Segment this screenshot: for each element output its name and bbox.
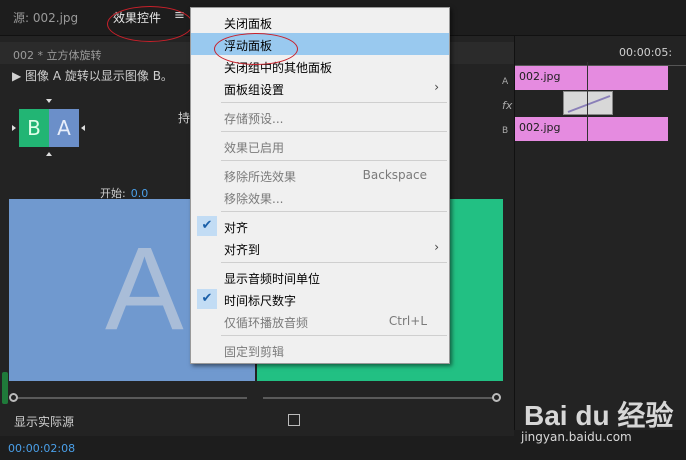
tab-source-monitor[interactable]: 源: 002.jpg xyxy=(13,9,78,26)
transition-diagonal-icon xyxy=(567,95,611,113)
menu-separator xyxy=(221,131,447,132)
submenu-arrow-icon: › xyxy=(434,240,439,254)
show-actual-source-checkbox[interactable] xyxy=(288,414,300,426)
partial-label: 持 xyxy=(178,111,191,125)
timecode[interactable]: 00:00:02:08 xyxy=(8,442,75,455)
start-slider-knob[interactable] xyxy=(9,393,18,402)
menu-item-close-panel[interactable]: 关闭面板 xyxy=(191,11,449,33)
shortcut-ctrl-l: Ctrl+L xyxy=(388,314,427,328)
track-a-label: A xyxy=(502,77,509,87)
menu-item-show-audio-time-units[interactable]: 显示音频时间单位 xyxy=(191,266,449,288)
menu-item-panel-group-settings[interactable]: 面板组设置 › xyxy=(191,77,449,99)
transition-thumbnail[interactable]: B A xyxy=(19,109,79,147)
arrow-down-icon[interactable] xyxy=(46,99,52,103)
annotation-circle xyxy=(107,6,193,42)
shortcut-backspace: Backspace xyxy=(362,168,427,182)
arrow-up-icon[interactable] xyxy=(46,152,52,156)
menu-separator xyxy=(221,160,447,161)
menu-separator xyxy=(221,335,447,336)
menu-item-time-ruler-numbers[interactable]: ✔ 时间标尺数字 xyxy=(191,288,449,310)
end-slider-knob[interactable] xyxy=(492,393,501,402)
clip-a[interactable]: 002.jpg xyxy=(515,66,668,90)
menu-item-remove-effects[interactable]: 移除效果... xyxy=(191,186,449,208)
arrow-left-icon[interactable] xyxy=(81,125,85,131)
preview-letter: A xyxy=(105,223,184,355)
playhead[interactable] xyxy=(587,62,588,142)
menu-item-effect-enabled[interactable]: 效果已启用 xyxy=(191,135,449,157)
check-icon: ✔ xyxy=(197,216,217,236)
menu-item-pin-to-clip[interactable]: 固定到剪辑 xyxy=(191,339,449,361)
menu-item-loop-audio-only[interactable]: 仅循环播放音频 Ctrl+L xyxy=(191,310,449,332)
menu-item-remove-selected-effects[interactable]: 移除所选效果 Backspace xyxy=(191,164,449,186)
clip-b[interactable]: 002.jpg xyxy=(515,117,668,141)
menu-separator xyxy=(221,262,447,263)
submenu-arrow-icon: › xyxy=(434,80,439,94)
clip-title: 002 * 立方体旋转 xyxy=(13,49,102,62)
menu-separator xyxy=(221,211,447,212)
arrow-right-icon[interactable] xyxy=(12,125,16,131)
status-bar xyxy=(0,436,514,460)
thumb-image-b: B xyxy=(19,109,49,147)
menu-item-snap-to[interactable]: 对齐到 › xyxy=(191,237,449,259)
fx-icon: fx xyxy=(502,99,513,112)
annotation-circle xyxy=(214,33,298,65)
audio-meter xyxy=(2,372,8,404)
baidu-watermark-url: jingyan.baidu.com xyxy=(521,430,632,444)
show-actual-source-label: 显示实际源 xyxy=(14,415,75,429)
effect-description[interactable]: ▶ 图像 A 旋转以显示图像 B。 xyxy=(12,67,173,84)
menu-item-save-preset[interactable]: 存储预设... xyxy=(191,106,449,128)
baidu-watermark-logo: Bai du 经验 xyxy=(524,400,674,431)
start-slider-track[interactable] xyxy=(12,397,247,399)
menu-item-snap[interactable]: ✔ 对齐 xyxy=(191,215,449,237)
transition-clip[interactable] xyxy=(563,91,613,115)
thumb-image-a: A xyxy=(49,109,79,147)
menu-separator xyxy=(221,102,447,103)
end-slider-track[interactable] xyxy=(263,397,499,399)
timeline-time: 00:00:05: xyxy=(619,46,673,59)
track-b-label: B xyxy=(502,126,509,136)
check-icon: ✔ xyxy=(197,289,217,309)
